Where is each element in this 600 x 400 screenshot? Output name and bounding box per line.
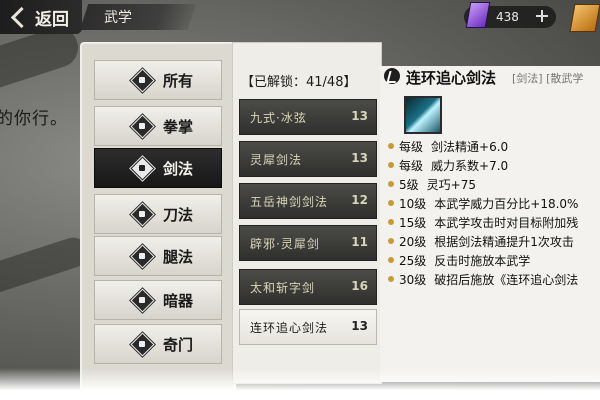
- back-button[interactable]: 返回: [0, 0, 82, 34]
- skill-level: 13: [351, 319, 368, 333]
- fist-icon: [130, 114, 155, 139]
- bullet-icon: [388, 143, 394, 149]
- exotic-weapon-icon: [130, 332, 155, 357]
- bullet-icon: [388, 200, 394, 206]
- effect-level: 20级: [399, 234, 427, 249]
- back-label: 返回: [35, 9, 69, 30]
- bottom-fade-overlay: [0, 368, 600, 400]
- effect-row: 30级 破招后施放《连环追心剑法: [388, 271, 578, 287]
- effect-row: 25级 反击时施放本武学: [388, 252, 530, 268]
- purple-gem-icon: [465, 2, 491, 28]
- effect-row: 10级 本武学威力百分比+18.0%: [388, 195, 578, 211]
- skill-name: 九式·冰弦: [250, 111, 307, 125]
- category-exotic[interactable]: 奇门: [94, 324, 222, 364]
- effect-text: 剑法精通+6.0: [431, 139, 509, 154]
- category-leg[interactable]: 腿法: [94, 236, 222, 276]
- top-bar: 返回 武学 438: [0, 0, 600, 36]
- effect-text: 破招后施放《连环追心剑法: [434, 272, 579, 287]
- category-panel: 所有 拳掌 剑法 刀法 腿法 暗器 奇门: [80, 42, 236, 394]
- effect-row: 5级 灵巧+75: [388, 176, 476, 192]
- category-label: 暗器: [163, 291, 194, 310]
- category-icon: [130, 68, 155, 93]
- skill-row[interactable]: 五岳神剑剑法 12: [239, 183, 377, 219]
- category-label: 刀法: [163, 205, 194, 224]
- bullet-icon: [388, 238, 394, 244]
- skill-name: 连环追心剑法: [250, 321, 329, 335]
- leg-icon: [130, 244, 155, 269]
- gold-gem-icon[interactable]: [569, 4, 600, 32]
- sword-icon: [130, 156, 155, 181]
- effect-text: 灵巧+75: [426, 177, 476, 192]
- page-title: 武学: [104, 10, 132, 26]
- effect-row: 每级 剑法精通+6.0: [388, 138, 508, 154]
- skill-detail-header: 连环追心剑法 [剑法] [散武学: [380, 64, 600, 92]
- skill-row[interactable]: 九式·冰弦 13: [239, 99, 377, 135]
- skill-icon: [404, 96, 442, 134]
- currency-value: 438: [496, 10, 519, 24]
- add-currency-icon[interactable]: [536, 10, 548, 22]
- shuriken-icon: [130, 288, 155, 313]
- effect-level: 每级: [399, 158, 424, 173]
- category-label: 剑法: [163, 159, 194, 178]
- skill-name: 五岳神剑剑法: [250, 195, 329, 209]
- sword-sect-icon: [384, 68, 400, 84]
- category-sword[interactable]: 剑法: [94, 148, 222, 188]
- category-blade[interactable]: 刀法: [94, 194, 222, 234]
- title-tab: [79, 4, 197, 30]
- category-label: 所有: [163, 71, 194, 90]
- effect-row: 15级 本武学攻击时对目标附加残: [388, 214, 578, 230]
- blade-icon: [130, 202, 155, 227]
- category-all[interactable]: 所有: [94, 60, 222, 100]
- category-fist-palm[interactable]: 拳掌: [94, 106, 222, 146]
- category-label: 腿法: [163, 247, 194, 266]
- chevron-left-icon: [10, 6, 33, 28]
- effect-row: 每级 威力系数+7.0: [388, 157, 508, 173]
- effect-text: 威力系数+7.0: [431, 158, 509, 173]
- effect-text: 本武学威力百分比+18.0%: [434, 196, 579, 211]
- effect-level: 25级: [399, 253, 427, 268]
- bullet-icon: [388, 181, 394, 187]
- effect-level: 5级: [399, 177, 419, 192]
- effect-text: 反击时施放本武学: [434, 253, 531, 268]
- effect-row: 20级 根据剑法精通提升1次攻击: [388, 233, 574, 249]
- skill-row-selected[interactable]: 连环追心剑法 13: [239, 309, 377, 345]
- effect-text: 根据剑法精通提升1次攻击: [434, 234, 574, 249]
- effect-level: 每级: [399, 139, 424, 154]
- bullet-icon: [388, 219, 394, 225]
- skill-list-panel: 【已解锁：41/48】 九式·冰弦 13 灵犀剑法 13 五岳神剑剑法 12 辟…: [232, 42, 382, 384]
- skill-name: 辟邪·灵犀剑: [250, 237, 320, 251]
- skill-tags: [剑法] [散武学: [512, 72, 584, 85]
- background-text: 的你行。: [0, 109, 68, 129]
- skill-name: 灵犀剑法: [250, 153, 303, 167]
- category-hidden-weapon[interactable]: 暗器: [94, 280, 222, 320]
- skill-row[interactable]: 辟邪·灵犀剑 11: [239, 225, 377, 261]
- bullet-icon: [388, 276, 394, 282]
- effect-level: 30级: [399, 272, 427, 287]
- skill-level: 16: [351, 279, 368, 293]
- skill-name: 太和斩字剑: [250, 281, 316, 295]
- skill-level: 11: [351, 235, 368, 249]
- skill-row[interactable]: 太和斩字剑 16: [239, 269, 377, 305]
- effect-text: 本武学攻击时对目标附加残: [434, 215, 579, 230]
- skill-level: 13: [351, 109, 368, 123]
- bullet-icon: [388, 162, 394, 168]
- skill-level: 12: [351, 193, 368, 207]
- skill-row[interactable]: 灵犀剑法 13: [239, 141, 377, 177]
- bullet-icon: [388, 257, 394, 263]
- effect-level: 10级: [399, 196, 427, 211]
- category-label: 奇门: [163, 335, 194, 354]
- category-label: 拳掌: [163, 117, 194, 136]
- unlock-count: 【已解锁：41/48】: [241, 75, 357, 90]
- skill-title: 连环追心剑法: [406, 69, 497, 87]
- skill-level: 13: [351, 151, 368, 165]
- effect-level: 15级: [399, 215, 427, 230]
